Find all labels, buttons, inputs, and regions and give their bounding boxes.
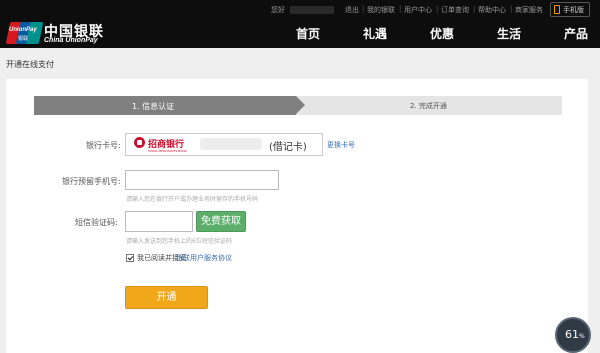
change-card-link[interactable]: 更换卡号 <box>327 140 355 150</box>
unionpay-logo[interactable]: UnionPay 银联 <box>5 22 44 44</box>
separator: | <box>510 5 513 13</box>
order-query-link[interactable]: 订单查询 <box>441 5 469 15</box>
card-number-redacted <box>200 138 262 150</box>
get-sms-code-button[interactable]: 免费获取 <box>196 211 246 232</box>
greeting-text: 您好 <box>271 6 285 14</box>
step-2-label: 2. 完成开通 <box>410 102 447 110</box>
phone-icon <box>554 5 560 14</box>
logo-text: UnionPay <box>9 27 37 33</box>
sms-code-input[interactable] <box>125 211 193 232</box>
separator: | <box>362 5 365 13</box>
brand-name-en: China UnionPay <box>44 37 98 44</box>
form-panel <box>6 79 588 353</box>
user-name-redacted <box>290 6 334 14</box>
mobile-version-label: 手机版 <box>563 6 584 14</box>
separator: | <box>436 5 439 13</box>
card-number-label: 银行卡号: <box>86 141 121 150</box>
help-center-link[interactable]: 帮助中心 <box>478 5 506 15</box>
sms-code-label: 短信验证码: <box>75 218 118 227</box>
logout-link[interactable]: 退出 <box>345 5 359 15</box>
nav-life[interactable]: 生活 <box>497 25 521 42</box>
nav-privileges[interactable]: 礼遇 <box>363 25 387 42</box>
separator: | <box>399 5 402 13</box>
submit-button[interactable]: 开通 <box>125 286 208 309</box>
agree-checkbox[interactable] <box>126 254 134 262</box>
phone-label: 银行预留手机号: <box>62 177 121 186</box>
mobile-version-button[interactable]: 手机版 <box>550 2 590 17</box>
logo-sub-text: 银联 <box>18 36 29 42</box>
merchant-service-link[interactable]: 商家服务 <box>515 5 543 15</box>
phone-input[interactable] <box>125 170 279 190</box>
bank-name-en: CHINA MERCHANTS BANK <box>148 149 187 153</box>
my-unionpay-link[interactable]: 我的银联 <box>367 5 395 15</box>
separator: | <box>473 5 476 13</box>
step-1-label: 1. 信息认证 <box>132 102 175 111</box>
nav-products[interactable]: 产品 <box>564 25 588 42</box>
gauge-value: 61% <box>565 328 585 341</box>
nav-discounts[interactable]: 优惠 <box>430 25 454 42</box>
phone-hint: 请输入您在银行开户或办理业务时留存的手机号码 <box>126 196 259 203</box>
sms-hint: 请输入发送到您手机上的6位短信验证码 <box>126 238 232 245</box>
nav-home[interactable]: 首页 <box>296 25 320 42</box>
user-center-link[interactable]: 用户中心 <box>404 5 432 15</box>
card-type: (借记卡) <box>269 142 307 153</box>
cmb-bank-icon <box>134 137 145 148</box>
page-title: 开通在线支付 <box>6 60 54 69</box>
service-agreement-link[interactable]: 银联用户服务协议 <box>176 253 232 263</box>
step-arrow <box>296 96 305 114</box>
